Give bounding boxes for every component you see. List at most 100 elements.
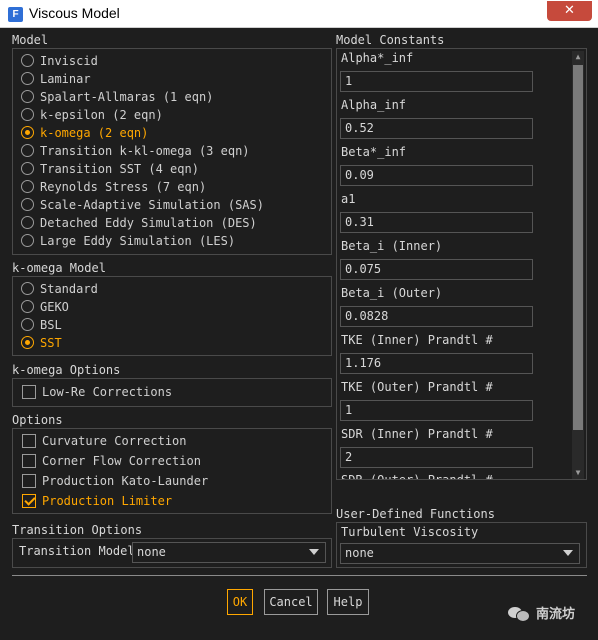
radio-button[interactable] (21, 90, 34, 103)
constant-label: TKE (Outer) Prandtl # (341, 380, 493, 394)
checkbox-option[interactable]: Production Limiter (22, 492, 172, 510)
scroll-down-icon[interactable]: ▼ (572, 467, 584, 479)
udf-label: User-Defined Functions (336, 507, 495, 521)
radio-button[interactable] (21, 282, 34, 295)
radio-option[interactable]: k-epsilon (2 eqn) (21, 106, 163, 123)
radio-button[interactable] (21, 216, 34, 229)
constant-input[interactable]: 0.52 (340, 118, 533, 139)
radio-option[interactable]: BSL (21, 316, 62, 333)
constant-input[interactable]: 0.0828 (340, 306, 533, 327)
radio-label: k-epsilon (2 eqn) (40, 107, 163, 122)
checkbox-label: Low-Re Corrections (42, 385, 173, 399)
constant-label: a1 (341, 192, 356, 206)
help-button[interactable]: Help (327, 589, 369, 615)
radio-button[interactable] (21, 234, 34, 247)
checkbox[interactable] (22, 474, 36, 488)
constant-label: Alpha_inf (341, 98, 407, 112)
radio-option[interactable]: SST (21, 334, 62, 351)
radio-label: Spalart-Allmaras (1 eqn) (40, 89, 214, 104)
constants-scrollbar[interactable]: ▲ ▼ (572, 51, 584, 479)
transition-model-label: Transition Model (19, 544, 135, 558)
close-icon: ✕ (564, 3, 575, 18)
constant-label-partial: SDR (Outer) Prandtl # (341, 473, 493, 479)
radio-option[interactable]: Spalart-Allmaras (1 eqn) (21, 88, 213, 105)
radio-button[interactable] (21, 54, 34, 67)
transition-model-value: none (137, 545, 166, 559)
komega-options-group-label: k-omega Options (12, 363, 121, 377)
constant-input[interactable]: 0.31 (340, 212, 533, 233)
radio-button[interactable] (21, 336, 34, 349)
radio-label: SST (40, 335, 62, 350)
checkbox-label: Production Limiter (42, 494, 173, 508)
model-group-label: Model (12, 33, 49, 47)
radio-option[interactable]: Inviscid (21, 52, 98, 69)
constant-input[interactable]: 0.09 (340, 165, 533, 186)
radio-label: Inviscid (40, 53, 98, 68)
radio-option[interactable]: Reynolds Stress (7 eqn) (21, 178, 206, 195)
constant-input[interactable]: 1 (340, 71, 533, 92)
radio-label: Transition SST (4 eqn) (40, 161, 199, 176)
constant-input[interactable]: 0.075 (340, 259, 533, 280)
radio-option[interactable]: Transition SST (4 eqn) (21, 160, 199, 177)
radio-button[interactable] (21, 300, 34, 313)
radio-label: Large Eddy Simulation (LES) (40, 233, 236, 248)
radio-button[interactable] (21, 162, 34, 175)
radio-button[interactable] (21, 180, 34, 193)
radio-label: GEKO (40, 299, 69, 314)
checkbox[interactable] (22, 434, 36, 448)
radio-button[interactable] (21, 198, 34, 211)
close-button[interactable]: ✕ (547, 1, 592, 21)
radio-button[interactable] (21, 108, 34, 121)
radio-option[interactable]: Laminar (21, 70, 91, 87)
ok-button[interactable]: OK (227, 589, 253, 615)
radio-button[interactable] (21, 144, 34, 157)
turbulent-viscosity-select[interactable]: none (340, 543, 580, 564)
checkbox-option[interactable]: Curvature Correction (22, 432, 187, 450)
scroll-thumb[interactable] (573, 65, 583, 430)
radio-option[interactable]: k-omega (2 eqn) (21, 124, 148, 141)
constant-label: Beta_i (Inner) (341, 239, 443, 253)
checkbox[interactable] (22, 454, 36, 468)
transition-model-select[interactable]: none (132, 542, 326, 563)
turbulent-viscosity-label: Turbulent Viscosity (341, 525, 479, 539)
radio-label: BSL (40, 317, 62, 332)
watermark: 南流坊 (508, 603, 575, 622)
radio-option[interactable]: Detached Eddy Simulation (DES) (21, 214, 257, 231)
constant-input[interactable]: 1 (340, 400, 533, 421)
radio-button[interactable] (21, 126, 34, 139)
model-constants-label: Model Constants (336, 33, 445, 47)
checkbox-option[interactable]: Low-Re Corrections (22, 383, 172, 401)
chevron-down-icon (309, 549, 319, 555)
radio-label: Standard (40, 281, 98, 296)
constant-label: Alpha*_inf (341, 51, 414, 65)
title-bar: F Viscous Model ✕ (0, 0, 598, 28)
constant-label: TKE (Inner) Prandtl # (341, 333, 493, 347)
watermark-text: 南流坊 (536, 607, 576, 622)
checkbox-label: Production Kato-Launder (42, 474, 209, 488)
options-group-label: Options (12, 413, 63, 427)
checkbox-option[interactable]: Production Kato-Launder (22, 472, 208, 490)
checkbox[interactable] (22, 385, 36, 399)
checkbox[interactable] (22, 494, 36, 508)
constant-label: SDR (Inner) Prandtl # (341, 427, 493, 441)
radio-option[interactable]: Large Eddy Simulation (LES) (21, 232, 235, 249)
constant-input[interactable]: 2 (340, 447, 533, 468)
cancel-button[interactable]: Cancel (264, 589, 318, 615)
radio-label: Laminar (40, 71, 91, 86)
chevron-down-icon (563, 550, 573, 556)
scroll-up-icon[interactable]: ▲ (572, 51, 584, 63)
checkbox-option[interactable]: Corner Flow Correction (22, 452, 201, 470)
radio-option[interactable]: Standard (21, 280, 98, 297)
radio-option[interactable]: GEKO (21, 298, 69, 315)
transition-options-label: Transition Options (12, 523, 143, 537)
radio-option[interactable]: Scale-Adaptive Simulation (SAS) (21, 196, 264, 213)
radio-label: Reynolds Stress (7 eqn) (40, 179, 207, 194)
footer-divider (12, 575, 587, 576)
wechat-icon (508, 605, 530, 622)
radio-button[interactable] (21, 72, 34, 85)
constant-input[interactable]: 1.176 (340, 353, 533, 374)
radio-option[interactable]: Transition k-kl-omega (3 eqn) (21, 142, 250, 159)
radio-label: Scale-Adaptive Simulation (SAS) (40, 197, 264, 212)
window-title: Viscous Model (29, 5, 120, 21)
radio-button[interactable] (21, 318, 34, 331)
